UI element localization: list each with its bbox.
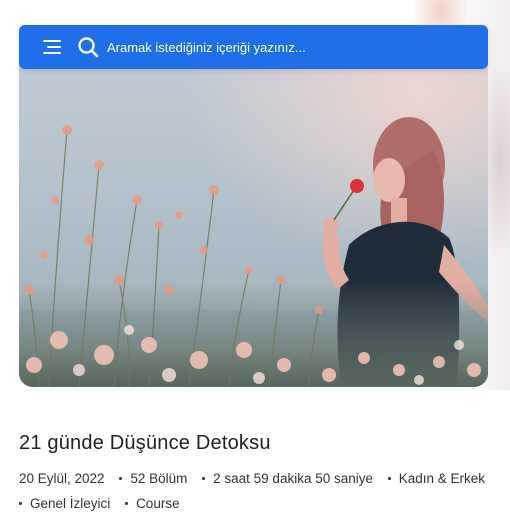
search-bar <box>19 25 488 69</box>
meta-duration-text: 2 saat 59 dakika 50 saniye <box>213 471 373 486</box>
meta-format: Course <box>125 491 180 516</box>
meta-format-text: Course <box>136 496 180 511</box>
search-input[interactable] <box>105 31 476 63</box>
course-meta: 20 Eylül, 2022 52 Bölüm 2 saat 59 dakika… <box>19 466 499 516</box>
meta-episodes-text: 52 Bölüm <box>130 471 188 486</box>
meta-audience-gender: Kadın & Erkek <box>387 466 486 491</box>
meta-date-text: 20 Eylül, 2022 <box>19 471 105 486</box>
course-cover-image[interactable] <box>19 40 488 387</box>
meta-duration: 2 saat 59 dakika 50 saniye <box>202 466 373 491</box>
meta-audience-type: Genel İzleyici <box>19 491 110 516</box>
course-title[interactable]: 21 günde Düşünce Detoksu <box>19 432 271 455</box>
meta-episodes: 52 Bölüm <box>119 466 187 491</box>
meta-audience-gender-text: Kadın & Erkek <box>398 471 486 486</box>
meta-audience-type-text: Genel İzleyici <box>30 496 111 511</box>
meta-date: 20 Eylül, 2022 <box>19 466 105 491</box>
hamburger-menu-icon[interactable] <box>41 39 61 55</box>
search-icon[interactable] <box>77 36 99 58</box>
